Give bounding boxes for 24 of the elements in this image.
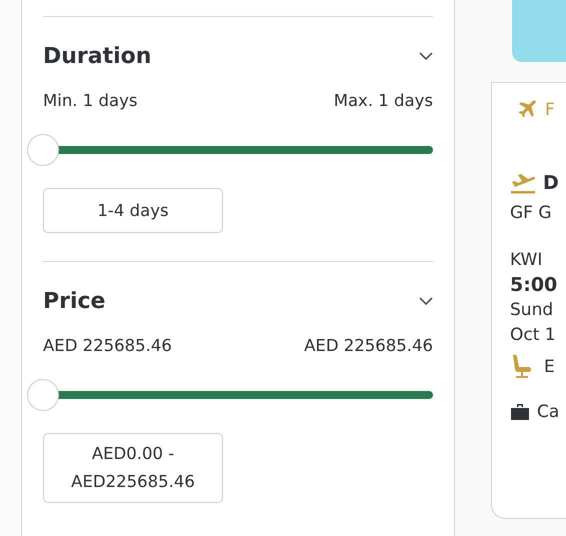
min-label: Min. 1 days <box>43 91 138 110</box>
airport-code: KWI <box>510 250 544 270</box>
section-title: Duration <box>43 44 152 68</box>
range-button[interactable]: AED0.00 - AED225685.46 <box>43 433 223 503</box>
range-button[interactable]: 1-4 days <box>43 188 223 233</box>
section-title: Price <box>43 288 106 314</box>
baggage-text: Ca <box>537 402 560 422</box>
flight-heading: D <box>543 172 559 194</box>
chevron-icon[interactable] <box>419 51 433 61</box>
cabin-class: E <box>544 357 555 377</box>
chevron-icon[interactable] <box>419 296 433 306</box>
max-label: AED 225685.46 <box>304 336 433 355</box>
departure-time: 5:00 <box>510 274 558 296</box>
banner-block <box>512 0 566 62</box>
slider-handle[interactable] <box>27 379 59 411</box>
airline-text: GF G <box>510 203 553 223</box>
min-label: AED 225685.46 <box>43 336 172 355</box>
suitcase-icon <box>510 403 530 421</box>
takeoff-icon <box>510 171 536 195</box>
departure-date: Oct 1 <box>510 325 557 345</box>
slider-handle[interactable] <box>27 134 59 166</box>
max-label: Max. 1 days <box>334 91 433 110</box>
seat-icon <box>510 354 534 380</box>
departure-day: Sund <box>510 300 566 320</box>
